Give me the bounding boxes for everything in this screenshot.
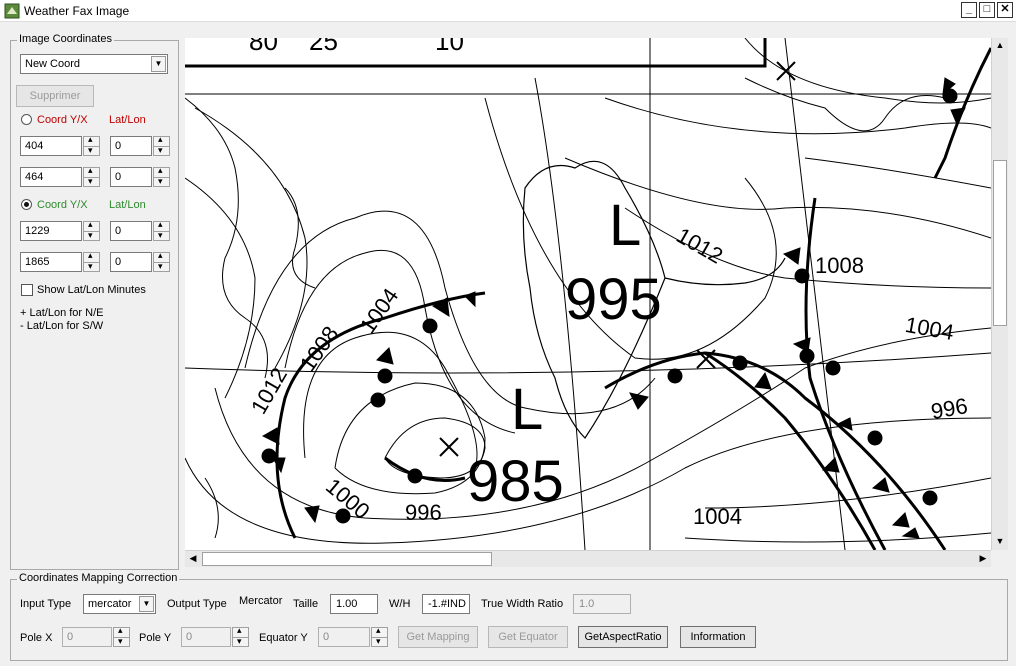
window-title: Weather Fax Image xyxy=(24,4,130,18)
mapping-correction-group: Coordinates Mapping Correction xyxy=(10,572,1008,661)
lon-1-stepper[interactable] xyxy=(153,165,170,187)
low-pressure-value: 985 xyxy=(467,449,564,514)
wh-label: W/H xyxy=(389,598,411,610)
true-width-label: True Width Ratio xyxy=(481,598,564,610)
true-width-value: 1.0 xyxy=(579,598,595,610)
wh-value: -1.#IND xyxy=(428,598,466,610)
get-mapping-button[interactable]: Get Mapping xyxy=(398,626,478,648)
coord-set-2-radio[interactable] xyxy=(21,199,32,210)
coord-x-2-value: 1865 xyxy=(25,256,50,268)
coord-y-2-field[interactable]: 1229 xyxy=(20,221,82,241)
coord-x-1-value: 464 xyxy=(25,171,44,183)
map-top-label: 10 xyxy=(435,38,464,56)
scroll-left-icon[interactable]: ◀ xyxy=(185,551,201,567)
coord-select-value: New Coord xyxy=(25,58,81,70)
lat-1-stepper[interactable] xyxy=(153,134,170,156)
get-aspect-ratio-button[interactable]: GetAspectRatio xyxy=(578,626,668,648)
pole-y-field[interactable]: 0 xyxy=(181,627,231,647)
chevron-down-icon[interactable]: ▼ xyxy=(151,56,166,72)
scroll-right-icon[interactable]: ▶ xyxy=(975,551,991,567)
true-width-field[interactable]: 1.0 xyxy=(573,594,631,614)
horizontal-scrollbar[interactable]: ◀ ▶ xyxy=(185,550,991,567)
low-pressure-letter: L xyxy=(511,377,544,442)
pole-x-stepper[interactable] xyxy=(113,625,130,647)
input-type-value: mercator xyxy=(88,598,132,610)
equator-y-field[interactable]: 0 xyxy=(318,627,370,647)
weather-fax-image[interactable]: 80 25 10 1012 1008 1004 1004 1008 1012 1… xyxy=(185,38,991,550)
lat-2-value: 0 xyxy=(115,225,122,237)
lon-2-stepper[interactable] xyxy=(153,250,170,272)
show-minutes-checkbox[interactable] xyxy=(21,284,33,296)
scroll-up-icon[interactable]: ▲ xyxy=(992,38,1008,54)
get-equator-button[interactable]: Get Equator xyxy=(488,626,568,648)
isobar-label: 1004 xyxy=(693,504,742,529)
chevron-down-icon[interactable]: ▼ xyxy=(139,596,154,612)
pole-x-field[interactable]: 0 xyxy=(62,627,112,647)
input-type-label: Input Type xyxy=(20,598,72,610)
input-type-select[interactable]: mercator ▼ xyxy=(83,594,156,614)
coord-y-1-stepper[interactable] xyxy=(83,134,100,156)
coord-x-2-stepper[interactable] xyxy=(83,250,100,272)
mapping-correction-title: Coordinates Mapping Correction xyxy=(17,572,180,584)
taille-value: 1.00 xyxy=(336,598,358,610)
latlon-set-2-label: Lat/Lon xyxy=(109,199,146,211)
lat-1-field[interactable]: 0 xyxy=(110,136,152,156)
coord-y-1-field[interactable]: 404 xyxy=(20,136,82,156)
image-coordinates-title: Image Coordinates xyxy=(17,33,114,45)
coord-y-1-value: 404 xyxy=(25,140,44,152)
output-type-value: Mercator xyxy=(239,595,283,607)
map-top-label: 80 xyxy=(249,38,278,56)
low-pressure-letter: L xyxy=(609,193,642,258)
pole-y-label: Pole Y xyxy=(139,632,172,644)
lat-2-stepper[interactable] xyxy=(153,219,170,241)
equator-y-value: 0 xyxy=(323,631,330,643)
coord-set-2-label: Coord Y/X xyxy=(37,199,88,211)
taille-field[interactable]: 1.00 xyxy=(330,594,378,614)
delete-coord-button[interactable]: Supprimer xyxy=(16,85,94,107)
output-type-label: Output Type xyxy=(167,598,227,610)
horizontal-scroll-thumb[interactable] xyxy=(202,552,492,566)
lat-1-value: 0 xyxy=(115,140,122,152)
vertical-scroll-thumb[interactable] xyxy=(993,160,1007,326)
equator-y-label: Equator Y xyxy=(259,632,308,644)
lon-2-field[interactable]: 0 xyxy=(110,252,152,272)
hint-south-west: - Lat/Lon for S/W xyxy=(20,320,104,332)
minimize-button[interactable]: _ xyxy=(961,2,977,18)
information-button[interactable]: Information xyxy=(680,626,756,648)
lat-2-field[interactable]: 0 xyxy=(110,221,152,241)
taille-label: Taille xyxy=(293,598,319,610)
scroll-down-icon[interactable]: ▼ xyxy=(992,534,1008,550)
pole-x-label: Pole X xyxy=(20,632,53,644)
coord-set-1-radio[interactable] xyxy=(21,114,32,125)
coord-x-1-field[interactable]: 464 xyxy=(20,167,82,187)
title-bar: Weather Fax Image _ □ ✕ xyxy=(0,0,1016,22)
hint-north-east: + Lat/Lon for N/E xyxy=(20,307,104,319)
lon-2-value: 0 xyxy=(115,256,122,268)
pole-y-stepper[interactable] xyxy=(232,625,249,647)
image-coordinates-group: Image Coordinates xyxy=(10,33,179,570)
vertical-scrollbar[interactable]: ▲ ▼ xyxy=(991,38,1008,550)
lon-1-value: 0 xyxy=(115,171,122,183)
coord-y-2-stepper[interactable] xyxy=(83,219,100,241)
close-button[interactable]: ✕ xyxy=(997,2,1013,18)
coord-select[interactable]: New Coord ▼ xyxy=(20,54,168,74)
coord-set-1-label: Coord Y/X xyxy=(37,114,88,126)
isobar-label: 1008 xyxy=(815,253,864,278)
map-top-label: 25 xyxy=(309,38,338,56)
wh-field[interactable]: -1.#IND xyxy=(422,594,470,614)
coord-x-2-field[interactable]: 1865 xyxy=(20,252,82,272)
equator-y-stepper[interactable] xyxy=(371,625,388,647)
pole-y-value: 0 xyxy=(186,631,193,643)
maximize-button[interactable]: □ xyxy=(979,2,995,18)
lon-1-field[interactable]: 0 xyxy=(110,167,152,187)
show-minutes-label: Show Lat/Lon Minutes xyxy=(37,284,146,296)
pole-x-value: 0 xyxy=(67,631,74,643)
coord-y-2-value: 1229 xyxy=(25,225,50,237)
isobar-label: 996 xyxy=(405,500,442,525)
scroll-corner xyxy=(991,550,1008,567)
low-pressure-value: 995 xyxy=(565,267,662,332)
app-icon xyxy=(4,3,20,19)
latlon-set-1-label: Lat/Lon xyxy=(109,114,146,126)
coord-x-1-stepper[interactable] xyxy=(83,165,100,187)
